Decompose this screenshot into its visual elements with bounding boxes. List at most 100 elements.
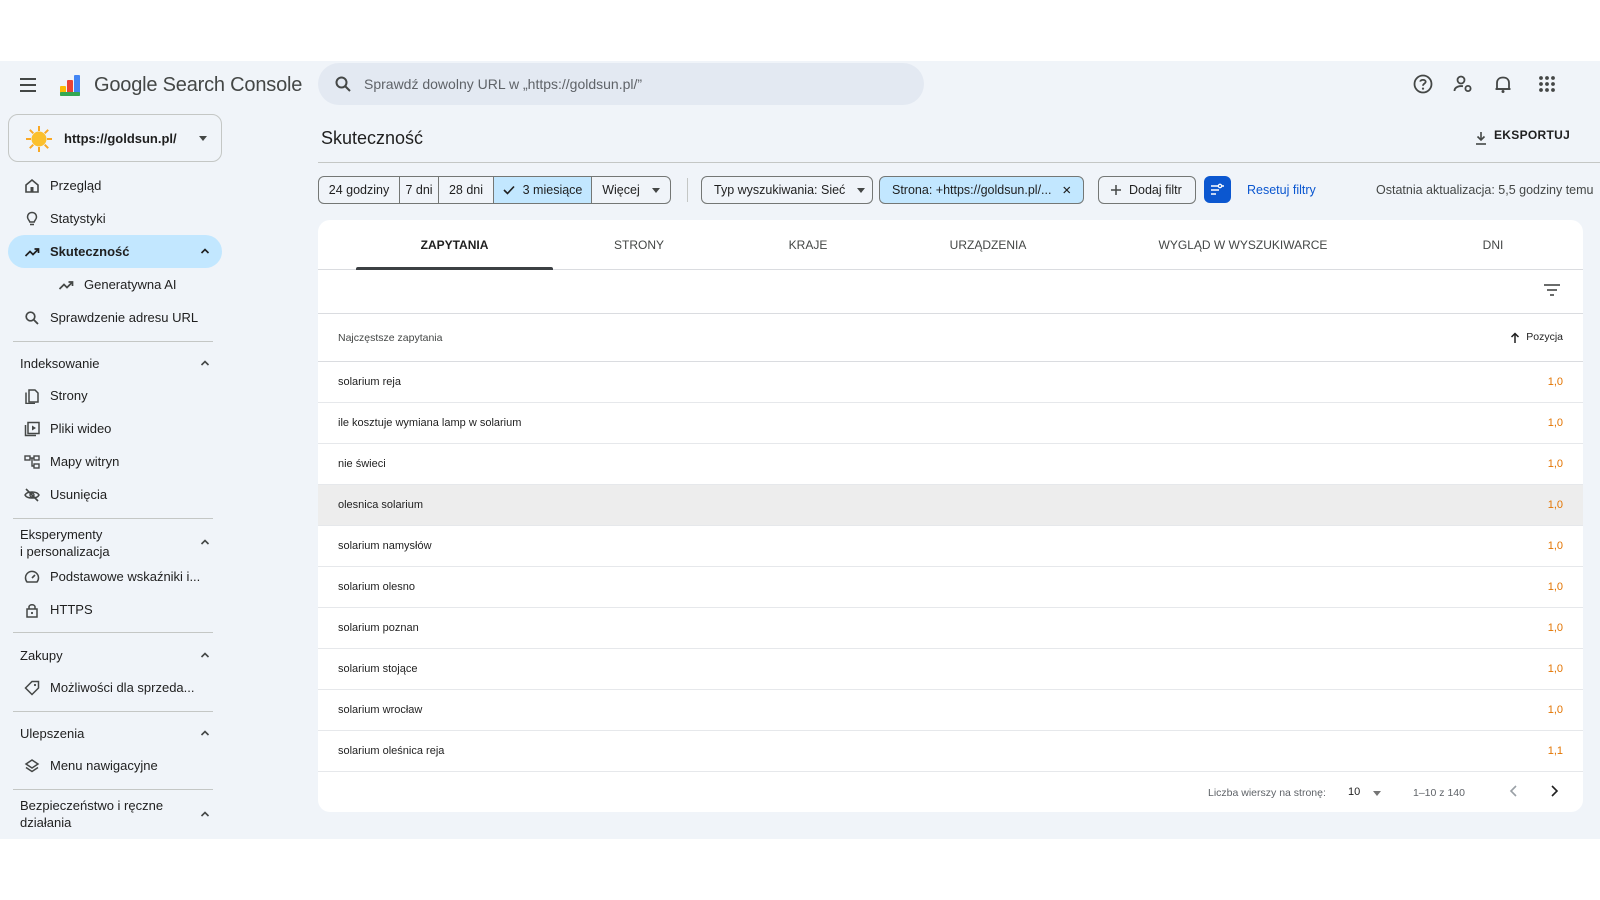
sidebar-divider [13, 632, 213, 633]
sidebar-item-label: Przegląd [50, 178, 102, 193]
check-icon [503, 185, 515, 195]
table-row[interactable]: solarium poznan 1,0 [318, 608, 1583, 649]
chevron-up-icon[interactable] [200, 358, 210, 368]
dropdown-caret-icon [857, 187, 866, 193]
dropdown-caret-icon [651, 187, 660, 193]
table-row[interactable]: solarium namysłów 1,0 [318, 526, 1583, 567]
sidebar-item-label: Menu nawigacyjne [50, 758, 158, 773]
search-input[interactable] [364, 63, 904, 105]
table-row[interactable]: ile kosztuje wymiana lamp w solarium 1,0 [318, 403, 1583, 444]
sidebar-item-removals[interactable]: Usunięcia [8, 478, 222, 511]
range-3m-button[interactable]: 3 miesiące [493, 176, 592, 204]
column-header-position[interactable]: Pozycja [1510, 331, 1563, 343]
home-icon [25, 178, 39, 193]
sidebar-item-breadcrumbs[interactable]: Menu nawigacyjne [8, 749, 222, 782]
chevron-up-icon[interactable] [200, 246, 210, 256]
section-title-line: Eksperymenty [20, 527, 103, 542]
previous-page-icon[interactable] [1505, 782, 1523, 800]
sidebar-item-videos[interactable]: Pliki wideo [8, 412, 222, 445]
filter-list-icon[interactable] [1543, 283, 1561, 297]
table-row[interactable]: solarium wrocław 1,0 [318, 690, 1583, 731]
table-row[interactable]: nie świeci 1,0 [318, 444, 1583, 485]
chevron-up-icon[interactable] [200, 728, 210, 738]
tab-search-appearance[interactable]: WYGLĄD W WYSZUKIWARCE [1118, 220, 1368, 270]
results-card: ZAPYTANIA STRONY KRAJE URZĄDZENIA WYGLĄD… [318, 220, 1583, 812]
sidebar-item-label: Statystyki [50, 211, 106, 226]
sidebar-item-url-inspection[interactable]: Sprawdzenie adresu URL [8, 301, 222, 334]
table-row[interactable]: solarium stojące 1,0 [318, 649, 1583, 690]
speed-gauge-icon [24, 570, 40, 583]
range-28d-button[interactable]: 28 dni [438, 176, 494, 204]
search-type-dropdown[interactable]: Typ wyszukiwania: Sieć [701, 176, 873, 204]
position-cell: 1,0 [1547, 704, 1563, 716]
tab-countries[interactable]: KRAJE [738, 220, 878, 270]
lightbulb-icon [26, 211, 38, 226]
section-title-indexing: Indeksowanie [20, 356, 100, 371]
chevron-up-icon[interactable] [200, 650, 210, 660]
table-row[interactable]: solarium reja 1,0 [318, 362, 1583, 403]
sidebar-item-performance[interactable]: Skuteczność [8, 235, 222, 268]
query-cell: solarium reja [338, 376, 401, 388]
property-selector[interactable]: https://goldsun.pl/ [8, 114, 222, 162]
rows-per-page-select[interactable]: 10 [1348, 786, 1360, 798]
section-title-experiments: Eksperymenty i personalizacja [20, 526, 110, 560]
help-icon[interactable] [1412, 73, 1434, 95]
page-range-text: 1–10 z 140 [1413, 787, 1465, 799]
sidebar-item-sitemaps[interactable]: Mapy witryn [8, 445, 222, 478]
search-icon [335, 76, 351, 92]
sidebar-item-core-web-vitals[interactable]: Podstawowe wskaźniki i... [8, 560, 222, 593]
export-button[interactable]: EKSPORTUJ [1494, 128, 1570, 142]
download-icon[interactable] [1474, 131, 1488, 145]
user-settings-icon[interactable] [1452, 73, 1474, 95]
filter-settings-button[interactable] [1204, 176, 1231, 203]
sidebar-item-stats[interactable]: Statystyki [8, 202, 222, 235]
search-console-logo-icon [60, 75, 80, 96]
sidebar-item-https[interactable]: HTTPS [8, 593, 222, 626]
section-title-line: Bezpieczeństwo i ręczne [20, 798, 164, 813]
close-icon[interactable] [1063, 185, 1071, 195]
table-toolbar [318, 270, 1583, 314]
tab-dates[interactable]: DNI [1418, 220, 1568, 270]
next-page-icon[interactable] [1545, 782, 1563, 800]
section-title-line: działania [20, 815, 72, 830]
apps-grid-icon[interactable] [1536, 73, 1558, 95]
sidebar-item-merchant-opportunities[interactable]: Możliwości dla sprzeda... [8, 671, 222, 704]
range-more-dropdown[interactable]: Więcej [591, 176, 671, 204]
add-filter-button[interactable]: Dodaj filtr [1098, 176, 1196, 204]
sidebar-item-label: Sprawdzenie adresu URL [50, 310, 199, 325]
range-more-label: Więcej [602, 183, 640, 197]
video-icon [24, 421, 40, 437]
plus-icon [1111, 185, 1121, 195]
position-cell: 1,0 [1547, 581, 1563, 593]
table-header: Najczęstsze zapytania Pozycja [318, 314, 1583, 362]
sidebar-divider [13, 789, 213, 790]
position-cell: 1,0 [1547, 622, 1563, 634]
main-menu-button[interactable] [20, 75, 42, 93]
page-filter-chip[interactable]: Strona: +https://goldsun.pl/... [879, 176, 1084, 204]
tab-devices[interactable]: URZĄDZENIA [908, 220, 1068, 270]
reset-filters-link[interactable]: Resetuj filtry [1247, 183, 1316, 197]
table-row[interactable]: solarium oleśnica reja 1,1 [318, 731, 1583, 772]
sidebar-item-pages[interactable]: Strony [8, 379, 222, 412]
position-cell: 1,0 [1547, 663, 1563, 675]
tab-queries[interactable]: ZAPYTANIA [356, 220, 553, 270]
chevron-up-icon[interactable] [200, 809, 210, 819]
chevron-up-icon[interactable] [200, 537, 210, 547]
range-24h-button[interactable]: 24 godziny [318, 176, 400, 204]
table-row[interactable]: olesnica solarium 1,0 [318, 485, 1583, 526]
sidebar-item-generative-ai[interactable]: Generatywna AI [8, 268, 222, 301]
position-cell: 1,0 [1547, 458, 1563, 470]
table-pagination: Liczba wierszy na stronę: 10 1–10 z 140 [318, 770, 1583, 812]
tab-pages[interactable]: STRONY [573, 220, 705, 270]
visibility-off-icon [24, 488, 40, 502]
dropdown-caret-icon[interactable] [1373, 791, 1381, 796]
position-cell: 1,0 [1547, 499, 1563, 511]
tune-icon [1211, 183, 1224, 195]
page-title: Skuteczność [321, 128, 424, 148]
query-cell: solarium olesno [338, 581, 416, 593]
notifications-bell-icon[interactable] [1492, 73, 1514, 95]
sidebar-item-label: Mapy witryn [50, 454, 120, 469]
range-7d-button[interactable]: 7 dni [399, 176, 439, 204]
sidebar-item-overview[interactable]: Przegląd [8, 169, 222, 202]
table-row[interactable]: solarium olesno 1,0 [318, 567, 1583, 608]
